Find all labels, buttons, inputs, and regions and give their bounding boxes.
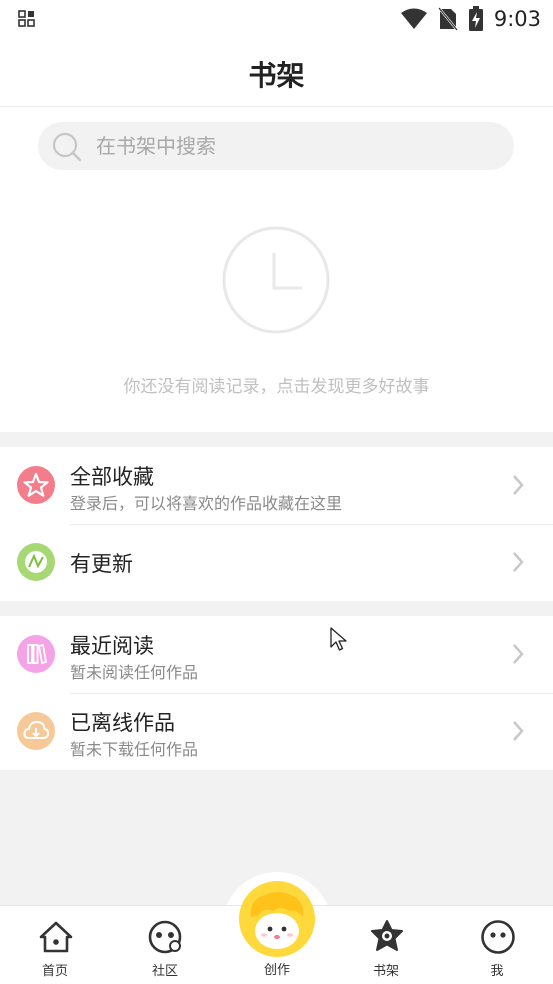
battery-charging-icon bbox=[468, 6, 483, 31]
offline-works-row[interactable]: 已离线作品 暂未下载任何作品 bbox=[0, 693, 553, 770]
favorites-card: 全部收藏 登录后，可以将喜欢的作品收藏在这里 有更新 bbox=[0, 447, 553, 601]
cloud-download-icon bbox=[17, 712, 55, 750]
tab-home[interactable]: 首页 bbox=[0, 906, 110, 984]
tab-label: 首页 bbox=[41, 964, 68, 979]
chevron-right-icon bbox=[513, 644, 524, 664]
create-button[interactable] bbox=[237, 879, 317, 959]
updates-row[interactable]: 有更新 bbox=[0, 524, 553, 601]
star-icon bbox=[17, 466, 55, 504]
clock-icon bbox=[222, 226, 330, 334]
apps-grid-icon bbox=[18, 10, 35, 27]
search-icon bbox=[52, 132, 82, 162]
tab-community[interactable]: 社区 bbox=[110, 906, 220, 984]
row-title: 全部收藏 bbox=[70, 465, 154, 489]
page-title: 书架 bbox=[248, 59, 305, 92]
tab-label: 书架 bbox=[372, 964, 399, 979]
tab-me[interactable]: 我 bbox=[442, 906, 552, 984]
bookshelf-icon bbox=[371, 920, 403, 951]
empty-state-message[interactable]: 你还没有阅读记录，点击发现更多好故事 bbox=[0, 372, 553, 397]
tab-label: 创作 bbox=[263, 963, 290, 978]
search-input[interactable] bbox=[96, 122, 496, 170]
chevron-right-icon bbox=[513, 475, 524, 495]
community-icon bbox=[148, 920, 182, 954]
search-bar[interactable] bbox=[38, 122, 514, 170]
all-favorites-row[interactable]: 全部收藏 登录后，可以将喜欢的作品收藏在这里 bbox=[0, 447, 553, 524]
recent-reading-row[interactable]: 最近阅读 暂未阅读任何作品 bbox=[0, 616, 553, 693]
no-sim-icon bbox=[437, 7, 458, 31]
tab-bookshelf[interactable]: 书架 bbox=[331, 906, 441, 984]
tab-label: 社区 bbox=[151, 964, 178, 979]
wifi-icon bbox=[400, 8, 427, 29]
history-card: 最近阅读 暂未阅读任何作品 已离线作品 暂未下载任何作品 bbox=[0, 616, 553, 770]
search-section: 你还没有阅读记录，点击发现更多好故事 bbox=[0, 107, 553, 432]
row-subtitle: 暂未阅读任何作品 bbox=[70, 663, 199, 682]
mouse-cursor-icon bbox=[330, 627, 347, 651]
row-title: 已离线作品 bbox=[70, 711, 175, 735]
tab-label: 我 bbox=[490, 964, 504, 979]
app-header: 书架 bbox=[0, 38, 553, 107]
chevron-right-icon bbox=[513, 721, 524, 741]
profile-icon bbox=[481, 920, 515, 954]
row-subtitle: 暂未下载任何作品 bbox=[70, 740, 199, 759]
status-bar: 9:03 bbox=[0, 0, 553, 38]
home-icon bbox=[39, 921, 73, 953]
status-time: 9:03 bbox=[493, 7, 541, 31]
books-icon bbox=[17, 635, 55, 673]
row-title: 有更新 bbox=[70, 552, 133, 576]
chevron-right-icon bbox=[513, 552, 524, 572]
update-icon bbox=[17, 543, 55, 581]
row-subtitle: 登录后，可以将喜欢的作品收藏在这里 bbox=[70, 494, 343, 513]
row-title: 最近阅读 bbox=[70, 634, 154, 658]
